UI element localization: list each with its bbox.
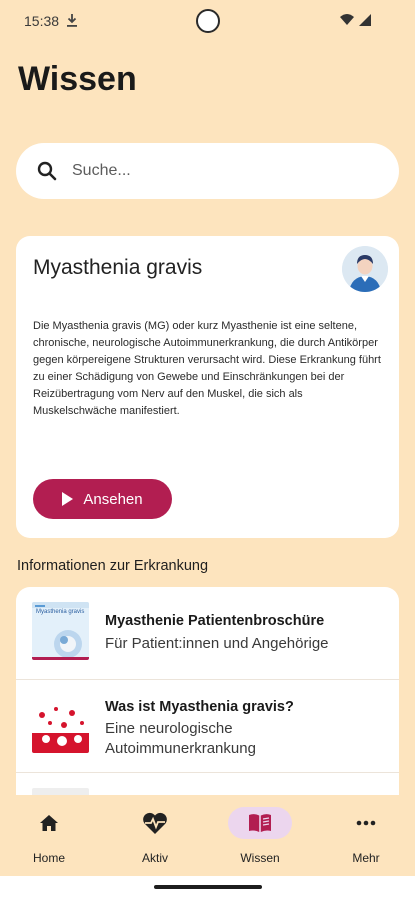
status-bar: 15:38 xyxy=(0,0,415,42)
info-list: Myasthenia gravis Myasthenie Patientenbr… xyxy=(16,587,399,827)
nav-label: Wissen xyxy=(240,851,280,865)
info-item-title: Myasthenie Patientenbroschüre xyxy=(105,613,325,629)
article-cover-image xyxy=(32,695,89,753)
status-time: 15:38 xyxy=(24,13,60,29)
play-icon xyxy=(62,492,74,506)
nav-item-home[interactable]: Home xyxy=(4,807,94,867)
nav-item-wissen[interactable]: Wissen xyxy=(215,807,305,867)
search-icon xyxy=(37,161,57,181)
info-item-subtitle: Eine neurologische Autoimmunerkrankung xyxy=(105,720,256,757)
nav-icon-container xyxy=(334,807,398,839)
list-item[interactable]: Was ist Myasthenia gravis? Eine neurolog… xyxy=(16,679,399,771)
heart-pulse-icon xyxy=(143,812,167,834)
person-avatar-icon xyxy=(342,246,388,292)
nav-item-aktiv[interactable]: Aktiv xyxy=(110,807,200,867)
book-icon xyxy=(249,814,271,832)
feature-title: Myasthenia gravis xyxy=(33,256,203,279)
bottom-navigation: Home Aktiv Wissen Mehr xyxy=(0,795,415,876)
nav-label: Aktiv xyxy=(141,851,168,865)
section-title: Informationen zur Erkrankung xyxy=(17,558,209,574)
nav-icon-container xyxy=(228,807,292,839)
info-item-subtitle: Für Patient:innen und Angehörige xyxy=(105,635,329,652)
signal-icons xyxy=(340,14,371,26)
more-icon xyxy=(356,820,376,826)
gesture-handle[interactable] xyxy=(154,885,262,889)
home-icon xyxy=(40,815,58,831)
search-bar[interactable] xyxy=(16,143,399,199)
search-input[interactable] xyxy=(72,162,352,180)
brochure-thumbnail: Myasthenia gravis xyxy=(32,602,89,660)
nav-item-mehr[interactable]: Mehr xyxy=(321,807,411,867)
camera-cutout xyxy=(196,9,220,33)
feature-description: Die Myasthenia gravis (MG) oder kurz Mya… xyxy=(33,320,381,417)
watch-button-label: Ansehen xyxy=(83,490,143,508)
info-item-title: Was ist Myasthenia gravis? xyxy=(105,699,294,715)
article-thumbnail xyxy=(32,695,89,753)
nav-label: Mehr xyxy=(352,851,380,865)
nav-label: Home xyxy=(32,851,65,865)
featured-topic-card[interactable]: Myasthenia gravis Die Myasthenia gravis … xyxy=(16,236,399,538)
thumbnail-caption: Myasthenia gravis xyxy=(36,609,85,615)
page-title: Wissen xyxy=(18,60,137,98)
list-item[interactable]: Myasthenia gravis Myasthenie Patientenbr… xyxy=(16,587,399,679)
nav-icon-container xyxy=(17,807,81,839)
nav-icon-container xyxy=(123,807,187,839)
watch-button[interactable]: Ansehen xyxy=(33,479,172,519)
gesture-area xyxy=(0,876,415,900)
avatar xyxy=(342,246,388,292)
download-icon xyxy=(67,14,77,27)
